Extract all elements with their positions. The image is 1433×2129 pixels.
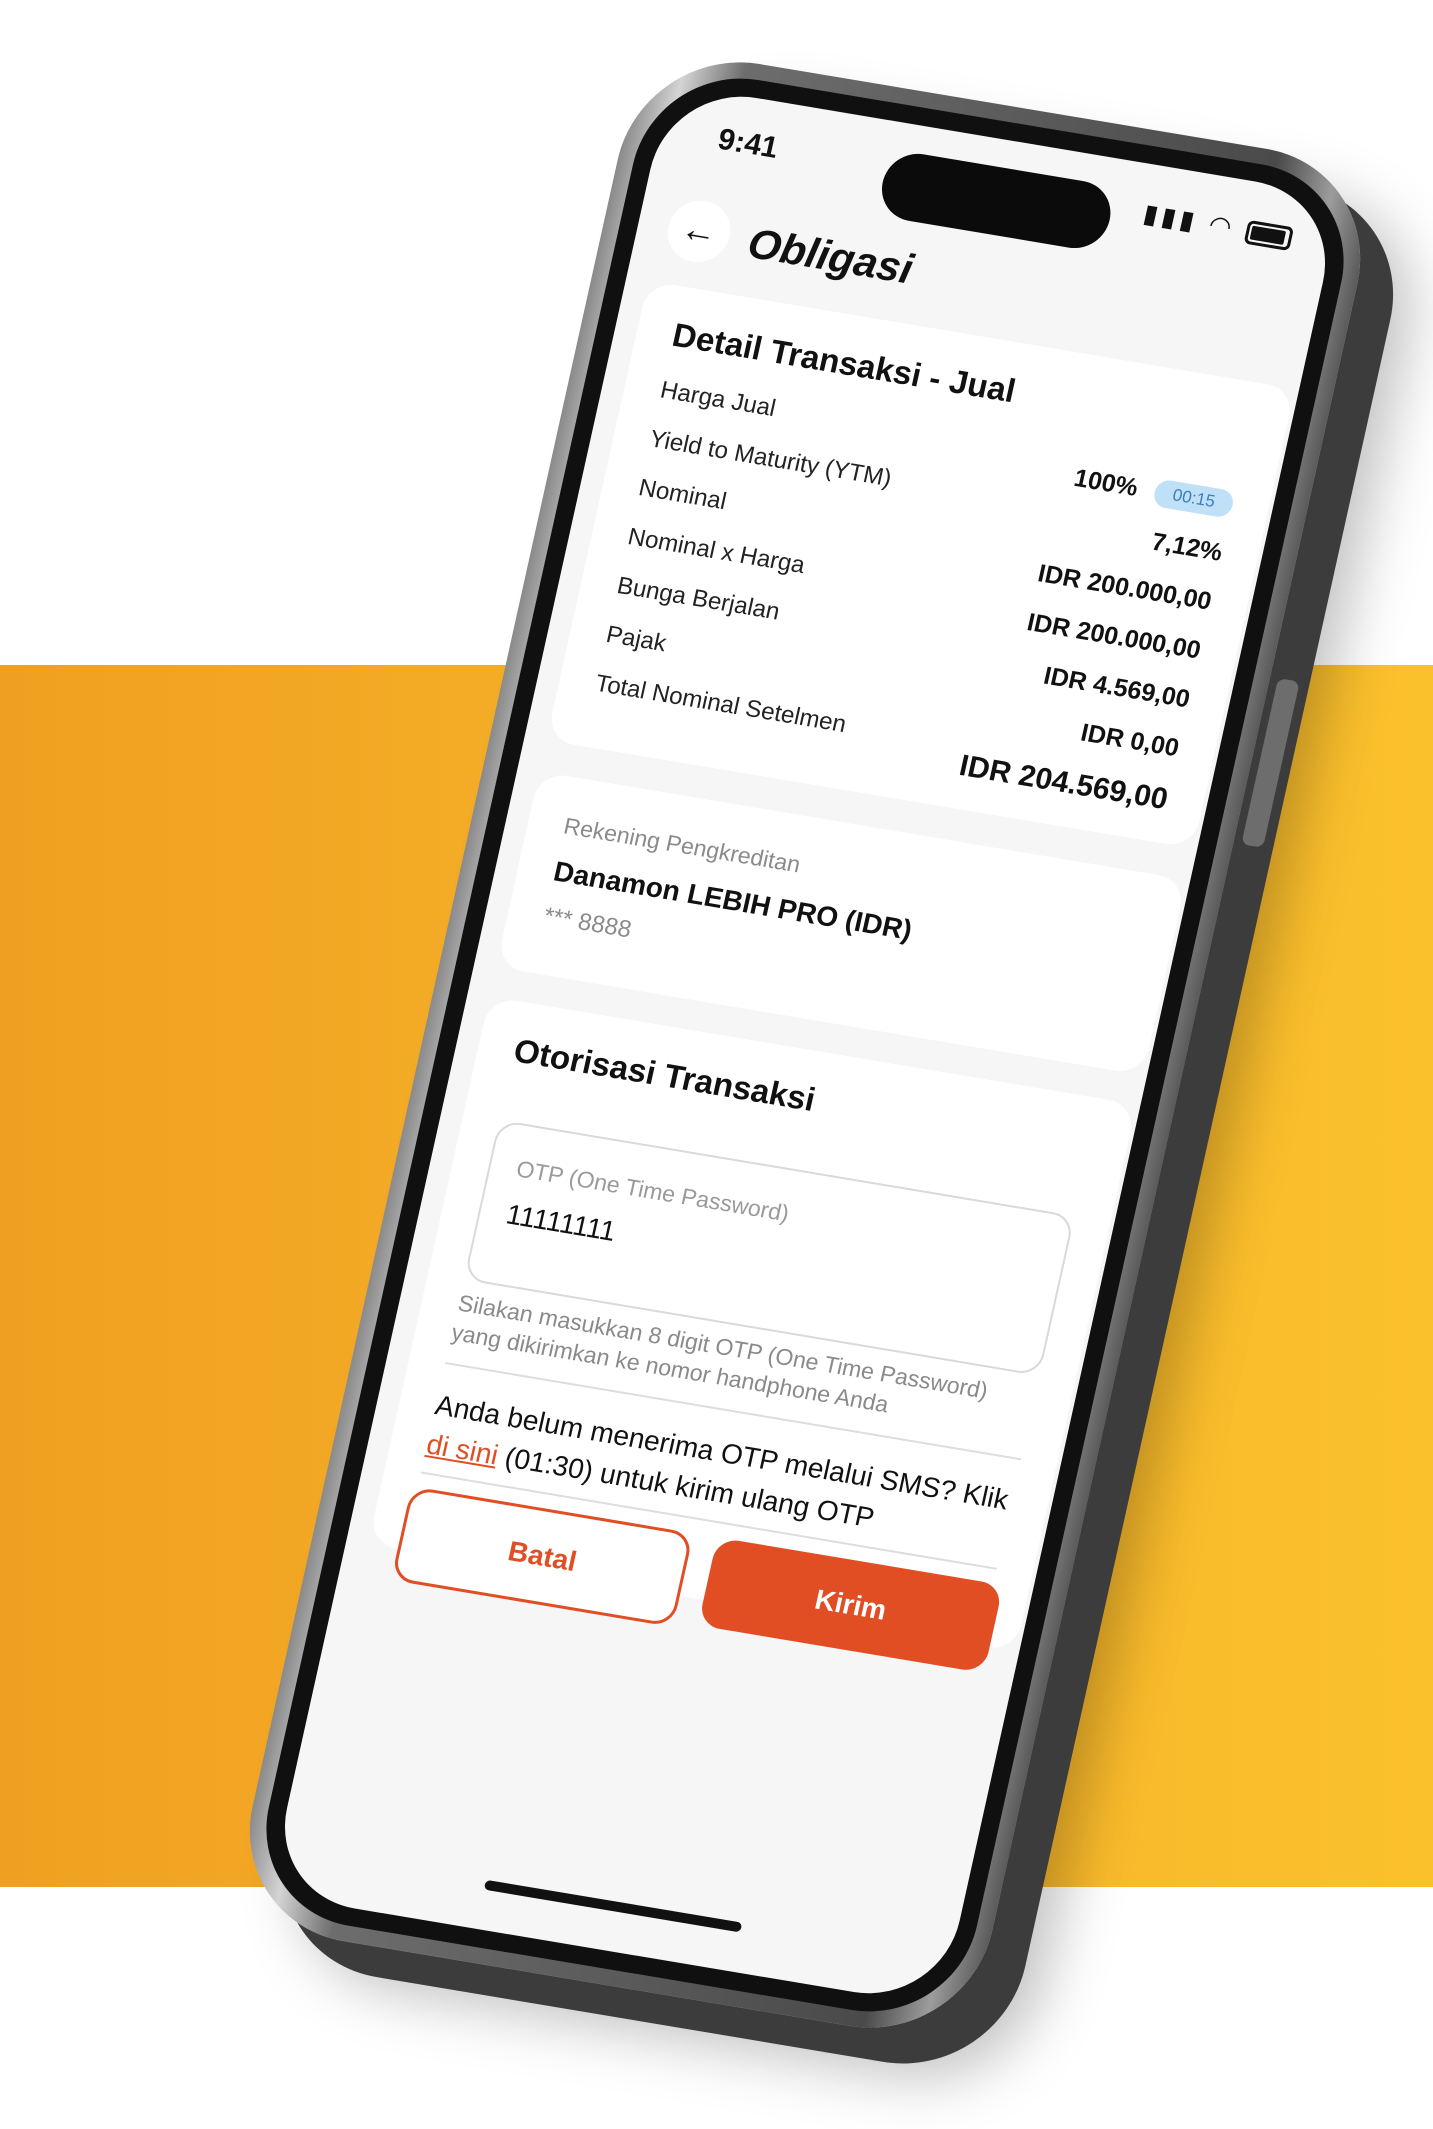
authorization-card: Otorisasi Transaksi OTP (One Time Passwo…	[368, 996, 1137, 1674]
otp-value: 11111111	[503, 1198, 619, 1247]
account-number: *** 8888	[541, 902, 634, 944]
device: 9:41 ▮▮▮ ◠ ← Obligasi Detail Transaksi -…	[227, 44, 1383, 2046]
detail-label: Nominal	[636, 474, 729, 516]
resend-link[interactable]: di sini	[424, 1428, 501, 1470]
back-button[interactable]: ←	[661, 195, 737, 267]
total-value: IDR 204.569,00	[956, 749, 1171, 817]
detail-label: Pajak	[603, 620, 669, 658]
detail-label: Harga Jual	[657, 376, 779, 423]
authorization-title: Otorisasi Transaksi	[510, 1031, 819, 1118]
home-indicator	[483, 1879, 743, 1933]
page-title: Obligasi	[743, 219, 918, 293]
signal-icon: ▮▮▮	[1140, 197, 1202, 237]
submit-button[interactable]: Kirim	[697, 1537, 1004, 1674]
wifi-icon: ◠	[1205, 208, 1239, 243]
battery-icon	[1243, 220, 1295, 252]
cancel-button[interactable]: Batal	[390, 1486, 694, 1628]
system-icons: ▮▮▮ ◠	[1140, 198, 1295, 253]
status-time: 9:41	[714, 122, 782, 165]
transaction-detail-card: Detail Transaksi - Jual Harga Jual 100% 0…	[546, 280, 1296, 849]
arrow-left-icon: ←	[677, 206, 722, 253]
phone-mockup: 9:41 ▮▮▮ ◠ ← Obligasi Detail Transaksi -…	[0, 0, 1433, 2129]
